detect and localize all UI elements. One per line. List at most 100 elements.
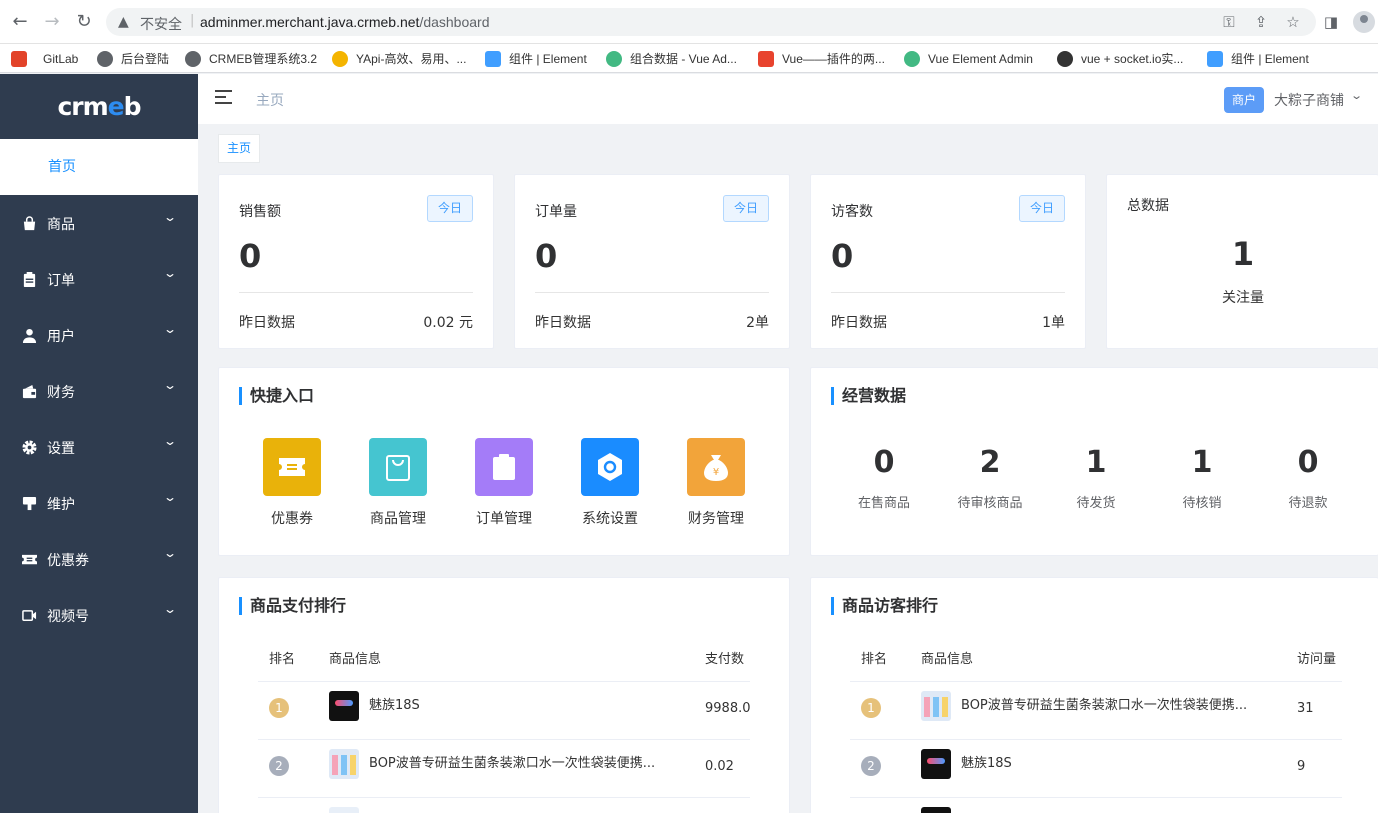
- logo-text-a: crm: [57, 92, 108, 121]
- divider: [258, 739, 750, 740]
- rank-badge: 1: [861, 698, 881, 718]
- stat-foot-value: 2单: [746, 315, 769, 331]
- forward-arrow-icon[interactable]: →: [42, 12, 62, 32]
- stat-card-total: 总数据 1 关注量: [1106, 174, 1378, 349]
- sidebar-item-users[interactable]: 用户 ⌄: [0, 307, 198, 363]
- sidebar-item-label: 商品: [47, 217, 75, 233]
- sidebar-item-label: 视频号: [47, 609, 89, 625]
- bookmark-label: Vue Element Admin: [928, 51, 1033, 66]
- business-stat-on-sale[interactable]: 0 在售商品: [839, 446, 929, 512]
- quick-entry-finance[interactable]: ¥ 财务管理: [681, 438, 751, 528]
- bookmark-item[interactable]: 组件 | Element: [485, 44, 587, 73]
- clipboard-icon: [475, 438, 533, 496]
- bookmark-item[interactable]: 组件 | Element: [1207, 44, 1309, 73]
- business-label: 待审核商品: [957, 496, 1023, 511]
- chevron-down-icon: ⌄: [162, 546, 178, 560]
- quick-entry-settings[interactable]: 系统设置: [575, 438, 645, 528]
- stat-card-orders: 订单量 今日 0 昨日数据 2单: [514, 174, 790, 349]
- pay-count: 9988.0: [705, 701, 750, 716]
- sidebar-item-video[interactable]: 视频号 ⌄: [0, 587, 198, 643]
- bookmark-item[interactable]: CRMEB管理系统3.2: [185, 44, 317, 73]
- business-stat-pending-review[interactable]: 2 待审核商品: [945, 446, 1035, 512]
- product-thumbnail[interactable]: [921, 691, 951, 721]
- bookmark-item[interactable]: 组合数据 - Vue Ad...: [606, 44, 737, 73]
- column-header: 商品信息: [921, 652, 974, 667]
- stat-label: 关注量: [1222, 290, 1264, 306]
- visit-rank-card: 商品访客排行 排名 商品信息 访问量 1 BOP波普专研益生菌条装漱口水一次性袋…: [810, 577, 1378, 813]
- sidebar: crmeb 首页 商品 ⌄ 订单 ⌄ 用户 ⌄ 财务 ⌄ 设置 ⌄ 维护 ⌄ 优…: [0, 74, 198, 813]
- column-header: 排名: [269, 652, 296, 667]
- sidebar-item-products[interactable]: 商品 ⌄: [0, 195, 198, 251]
- shopping-bag-icon: [369, 438, 427, 496]
- bookmark-label: Vue——插件的两...: [782, 52, 885, 66]
- hexagon-gear-icon: [581, 438, 639, 496]
- address-bar[interactable]: ▲ 不安全 | adminmer.merchant.java.crmeb.net…: [106, 8, 1316, 36]
- bookmark-item[interactable]: vue + socket.io实...: [1057, 44, 1183, 73]
- sidebar-item-maintenance[interactable]: 维护 ⌄: [0, 475, 198, 531]
- today-tag: 今日: [427, 195, 473, 222]
- quick-entry-coupons[interactable]: 优惠券: [257, 438, 327, 528]
- sidebar-item-finance[interactable]: 财务 ⌄: [0, 363, 198, 419]
- quick-entry-card: 快捷入口 优惠券 商品管理 订单管理 系统设置 ¥ 财务管理: [218, 367, 790, 556]
- product-thumbnail[interactable]: [329, 749, 359, 779]
- business-stat-pending-refund[interactable]: 0 待退款: [1263, 446, 1353, 512]
- money-bag-icon: ¥: [687, 438, 745, 496]
- chevron-down-icon: ⌄: [162, 434, 178, 448]
- merchant-dropdown[interactable]: 大粽子商铺: [1274, 90, 1344, 110]
- divider: [850, 739, 1342, 740]
- rank-badge: 2: [861, 756, 881, 776]
- logo-text-c: b: [123, 92, 142, 121]
- product-name[interactable]: 魅族18S: [961, 752, 1281, 771]
- chevron-down-icon: ⌄: [162, 266, 178, 280]
- product-thumbnail[interactable]: [921, 807, 951, 813]
- bookmark-item[interactable]: Vue——插件的两...: [758, 44, 885, 73]
- column-header: 排名: [861, 652, 888, 667]
- bookmark-item[interactable]: YApi-高效、易用、...: [332, 44, 466, 73]
- menu-toggle-icon[interactable]: [215, 90, 232, 105]
- profile-avatar-icon[interactable]: [1353, 11, 1375, 33]
- bookmark-item[interactable]: GitLab: [11, 44, 78, 73]
- visit-count: 9: [1297, 759, 1306, 774]
- quick-entry-orders[interactable]: 订单管理: [469, 438, 539, 528]
- quick-entry-products[interactable]: 商品管理: [363, 438, 433, 528]
- stat-value: 1: [1231, 235, 1255, 273]
- business-stat-pending-shipment[interactable]: 1 待发货: [1051, 446, 1141, 512]
- key-icon[interactable]: ⚿: [1219, 12, 1239, 32]
- product-name[interactable]: 魅族18S: [369, 694, 689, 713]
- breadcrumb[interactable]: 主页: [256, 90, 284, 110]
- reload-icon[interactable]: ↻: [74, 12, 94, 32]
- product-thumbnail[interactable]: [921, 749, 951, 779]
- column-header: 访问量: [1297, 652, 1337, 667]
- sidebar-item-coupons[interactable]: 优惠券 ⌄: [0, 531, 198, 587]
- sidebar-item-home[interactable]: 首页: [0, 139, 198, 195]
- divider: [258, 681, 750, 682]
- bookmark-label: 组件 | Element: [509, 52, 587, 66]
- logo[interactable]: crmeb: [0, 74, 198, 139]
- share-icon[interactable]: ⇪: [1251, 12, 1271, 32]
- gitlab-icon: [11, 50, 27, 67]
- chevron-down-icon[interactable]: ⌄: [1350, 89, 1363, 102]
- product-name[interactable]: BOP波普专研益生菌条装漱口水一次性袋装便携...: [369, 752, 685, 771]
- warning-icon: ▲: [118, 14, 129, 30]
- business-stat-pending-verify[interactable]: 1 待核销: [1157, 446, 1247, 512]
- globe-icon: [97, 50, 113, 67]
- browser-toolbar: ← → ↻ ▲ 不安全 | adminmer.merchant.java.crm…: [0, 0, 1378, 44]
- sidebar-item-orders[interactable]: 订单 ⌄: [0, 251, 198, 307]
- product-thumbnail[interactable]: [329, 807, 359, 813]
- tag-view-home[interactable]: 主页: [218, 134, 260, 163]
- bookmark-item[interactable]: Vue Element Admin: [904, 44, 1033, 73]
- side-panel-icon[interactable]: ◨: [1321, 12, 1341, 32]
- section-title: 商品访客排行: [831, 597, 938, 615]
- product-thumbnail[interactable]: [329, 691, 359, 721]
- bookmark-label: CRMEB管理系统3.2: [209, 52, 318, 66]
- star-icon[interactable]: ☆: [1283, 12, 1303, 32]
- vue-icon: [904, 50, 920, 67]
- sidebar-item-settings[interactable]: 设置 ⌄: [0, 419, 198, 475]
- back-arrow-icon[interactable]: ←: [10, 12, 30, 32]
- stat-value: 0: [535, 237, 558, 275]
- bookmarks-bar: GitLab 后台登陆 CRMEB管理系统3.2 YApi-高效、易用、... …: [0, 44, 1378, 73]
- sidebar-item-label: 用户: [47, 329, 75, 345]
- divider: [831, 292, 1065, 293]
- product-name[interactable]: BOP波普专研益生菌条装漱口水一次性袋装便携...: [961, 694, 1277, 713]
- bookmark-item[interactable]: 后台登陆: [97, 44, 169, 73]
